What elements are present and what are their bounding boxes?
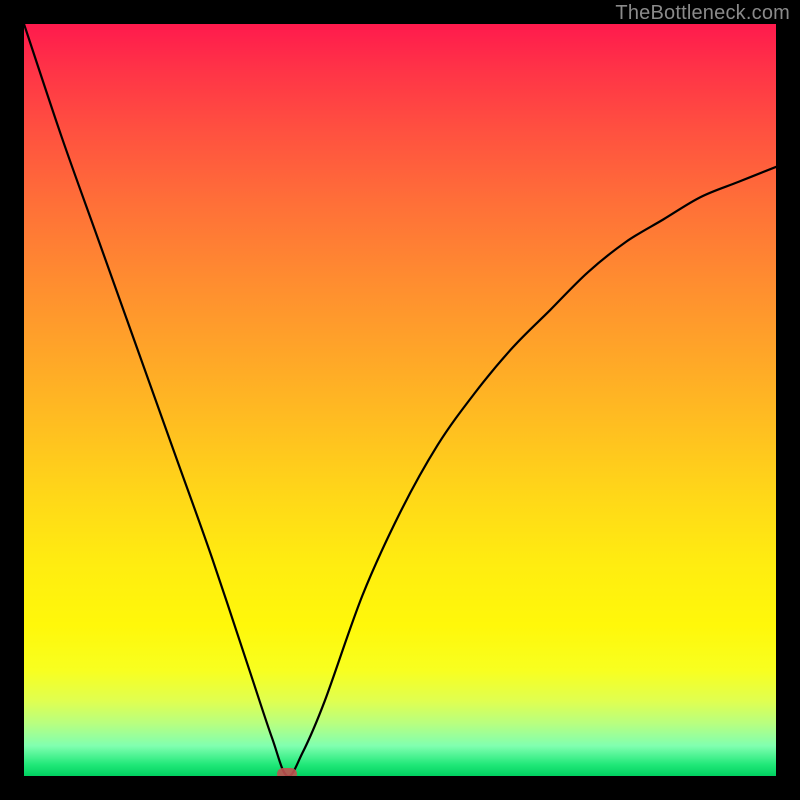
chart-frame: TheBottleneck.com — [0, 0, 800, 800]
optimal-point-marker — [277, 768, 297, 776]
bottleneck-curve — [24, 24, 776, 776]
watermark-text: TheBottleneck.com — [615, 2, 790, 25]
plot-area — [24, 24, 776, 776]
